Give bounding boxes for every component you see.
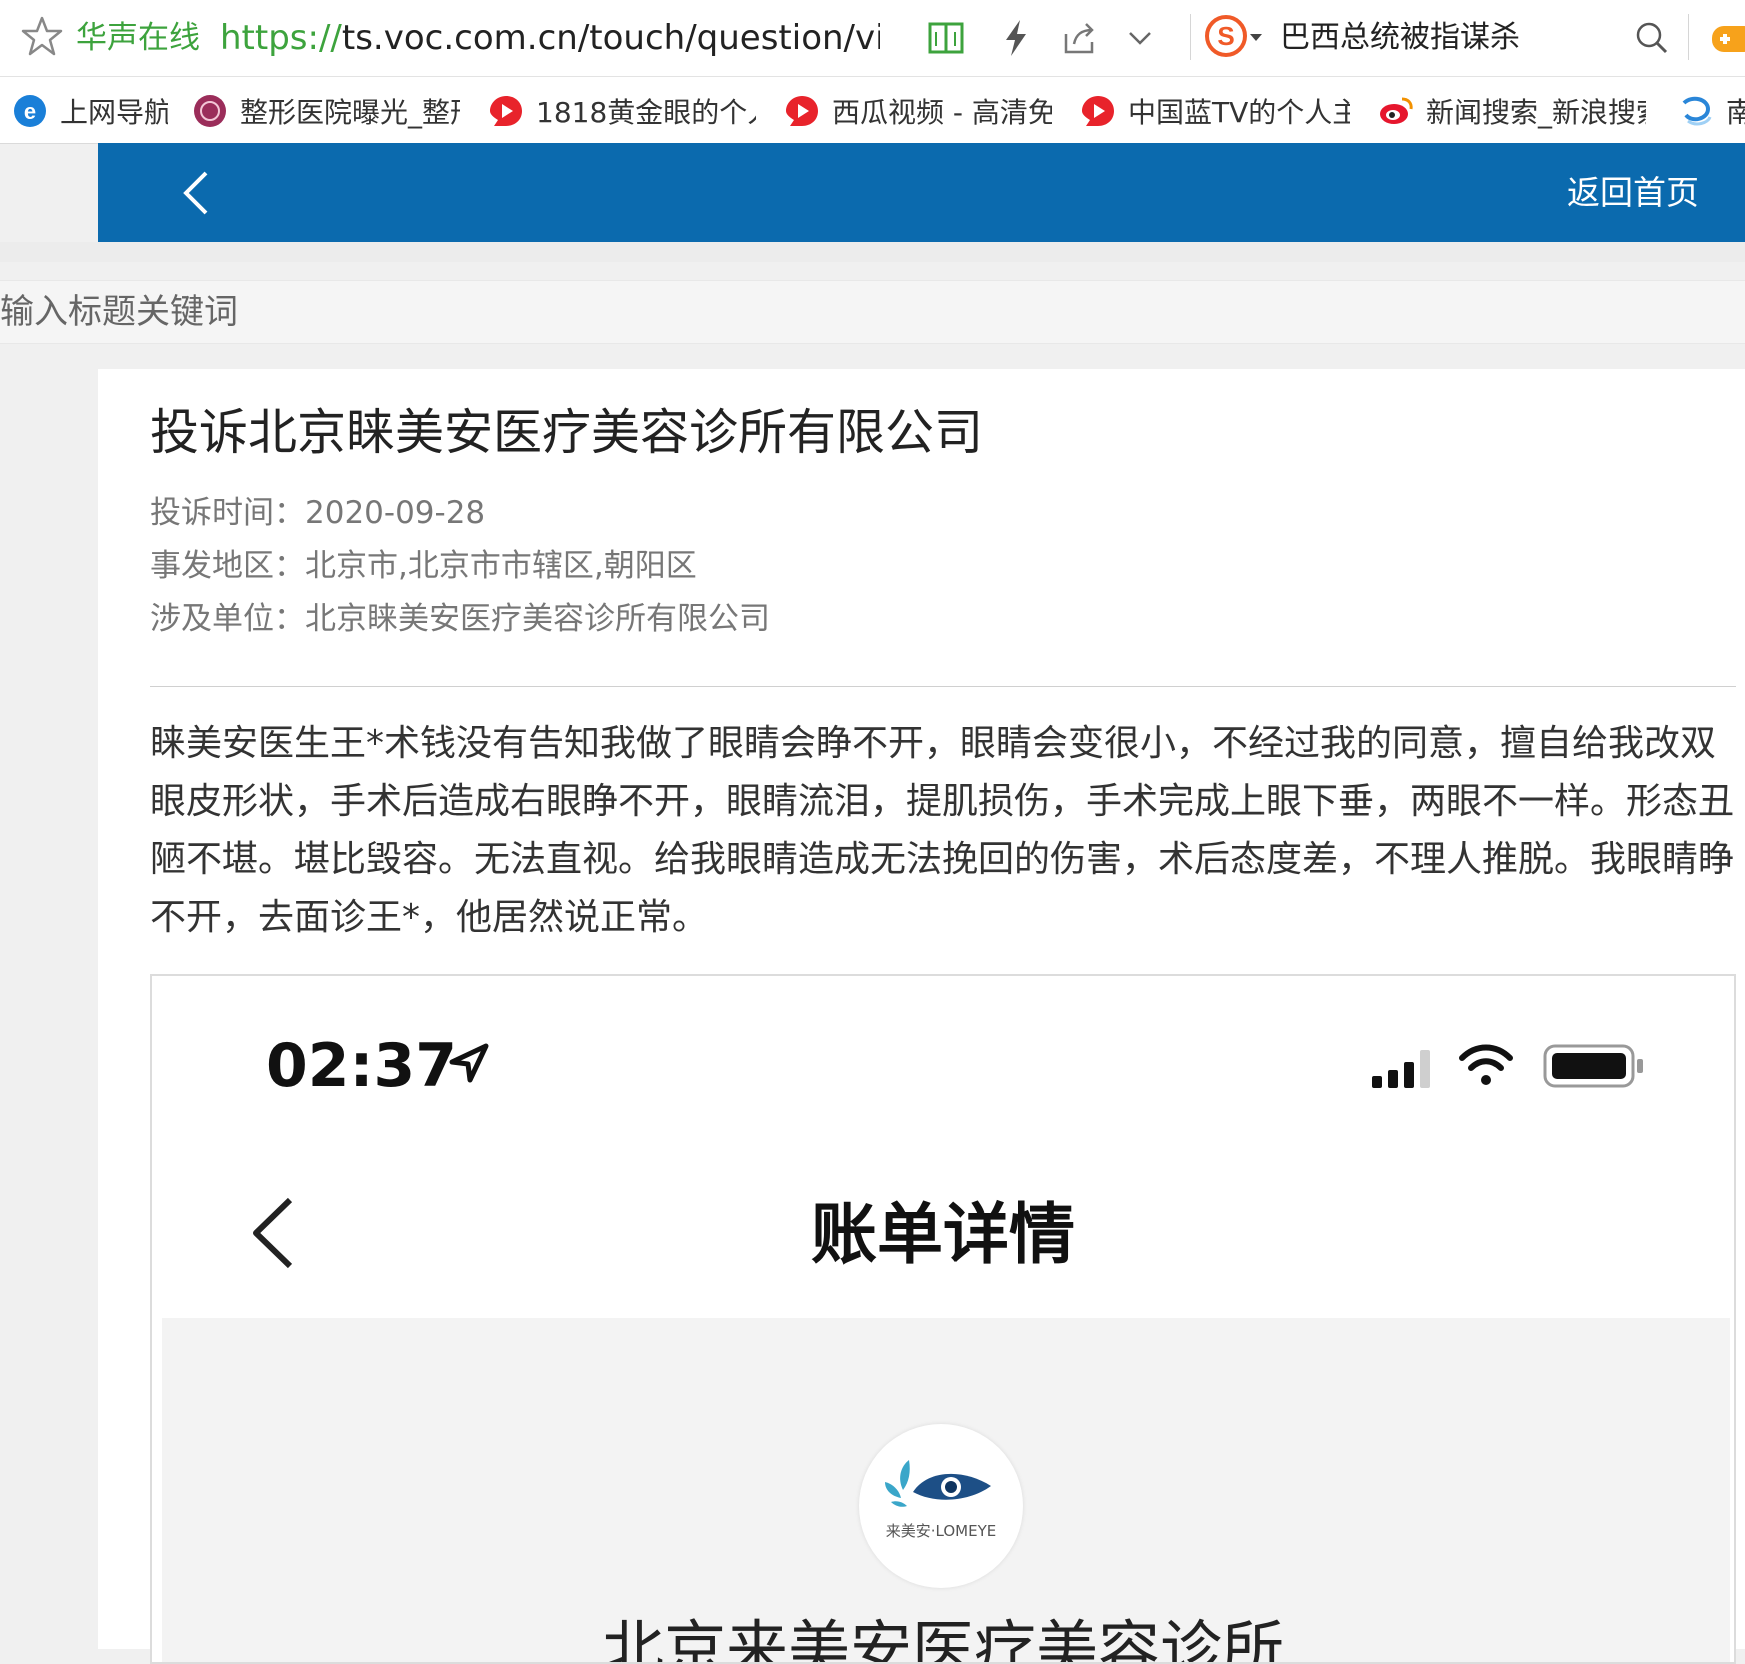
complaint-time: 投诉时间：2020-09-28 bbox=[150, 491, 485, 535]
url-field[interactable]: https://ts.voc.com.cn/touch/question/vie… bbox=[220, 14, 880, 62]
complaint-body: 睐美安医生王*术钱没有告知我做了眼睛会睁不开，眼睛会变很小，不经过我的同意，擅自… bbox=[150, 723, 1735, 938]
bookmark-label: 西瓜视频 - 高清免 bbox=[832, 96, 1052, 129]
meta-label: 投诉时间： bbox=[150, 495, 305, 531]
toolbar-divider bbox=[1190, 14, 1191, 60]
reader-icon[interactable] bbox=[926, 18, 966, 58]
meta-label: 涉及单位： bbox=[150, 601, 305, 637]
video-red-icon bbox=[1082, 96, 1114, 126]
back-icon[interactable] bbox=[178, 169, 212, 217]
header-spacer bbox=[0, 242, 1745, 262]
phone-clock: 02:37 bbox=[266, 1031, 457, 1101]
video-red-icon bbox=[786, 96, 818, 126]
meta-value: 北京睐美安医疗美容诊所有限公司 bbox=[305, 601, 770, 637]
ie-icon: e bbox=[14, 95, 46, 127]
divider bbox=[150, 686, 1736, 687]
location-arrow-icon bbox=[449, 1043, 489, 1083]
home-link[interactable]: 返回首页 bbox=[1567, 171, 1699, 215]
bookmark-item[interactable]: e 上网导航 bbox=[12, 89, 168, 133]
bookmark-label: 上网导航 bbox=[60, 96, 168, 129]
sogou-icon[interactable]: S bbox=[1204, 14, 1248, 58]
page-header: 返回首页 bbox=[98, 143, 1745, 242]
swirl-icon bbox=[1682, 96, 1712, 126]
meta-label: 事发地区： bbox=[150, 548, 305, 584]
url-path: ts.voc.com.cn/touch/question/view/2 bbox=[341, 18, 880, 58]
bookmarks-bar: e 上网导航 整形医院曝光_整形 1818黄金眼的个人 西瓜视频 - 高清免 中… bbox=[0, 77, 1745, 144]
complaint-title: 投诉北京睐美安医疗美容诊所有限公司 bbox=[150, 404, 984, 461]
bookmark-label: 1818黄金眼的个人 bbox=[536, 96, 756, 129]
game-icon[interactable] bbox=[1708, 18, 1745, 58]
browser-address-bar: 华声在线 https://ts.voc.com.cn/touch/questio… bbox=[0, 0, 1745, 77]
complaint-unit: 涉及单位：北京睐美安医疗美容诊所有限公司 bbox=[150, 597, 770, 641]
phone-page-title: 账单详情 bbox=[811, 1196, 1075, 1273]
search-placeholder: 输入标题关键词 bbox=[0, 292, 238, 332]
bookmark-label: 新闻搜索_新浪搜索 bbox=[1426, 96, 1646, 129]
logo-text: 来美安·LOMEYE bbox=[885, 1522, 997, 1540]
chevron-down-icon[interactable] bbox=[1120, 18, 1160, 58]
share-icon[interactable] bbox=[1060, 18, 1100, 58]
bookmark-item[interactable]: 中国蓝TV的个人主 bbox=[1080, 89, 1350, 133]
clinic-icon bbox=[194, 95, 226, 127]
bookmark-item[interactable]: 新闻搜索_新浪搜索 bbox=[1378, 89, 1646, 133]
bookmark-item[interactable]: 西瓜视频 - 高清免 bbox=[784, 89, 1052, 133]
search-engine-dropdown-icon[interactable] bbox=[1250, 34, 1262, 41]
attached-screenshot: 02:37 账单详情 来美安·LOMEYE 北京来美安医疗美容诊所 bbox=[150, 974, 1736, 1664]
wifi-icon bbox=[1459, 1044, 1513, 1085]
bookmark-item[interactable]: 南 bbox=[1678, 89, 1745, 133]
svg-text:e: e bbox=[24, 99, 36, 124]
svg-text:S: S bbox=[1217, 21, 1234, 51]
toolbar-divider bbox=[1688, 14, 1689, 60]
bookmark-item[interactable]: 整形医院曝光_整形 bbox=[192, 89, 460, 133]
battery-icon bbox=[1543, 1044, 1643, 1088]
lightning-icon[interactable] bbox=[996, 18, 1036, 58]
url-protocol: https:// bbox=[220, 18, 342, 58]
meta-value: 2020-09-28 bbox=[305, 495, 486, 531]
site-label: 华声在线 bbox=[76, 20, 200, 56]
video-red-icon bbox=[490, 96, 522, 126]
bookmark-label: 整形医院曝光_整形 bbox=[240, 96, 460, 129]
star-icon[interactable] bbox=[20, 14, 64, 58]
bookmark-item[interactable]: 1818黄金眼的个人 bbox=[488, 89, 756, 133]
merchant-name: 北京来美安医疗美容诊所 bbox=[601, 1613, 1284, 1664]
complaint-area: 事发地区：北京市,北京市市辖区,朝阳区 bbox=[150, 544, 697, 588]
search-icon[interactable] bbox=[1632, 18, 1672, 58]
bookmark-label: 南 bbox=[1726, 96, 1745, 129]
hot-search-text[interactable]: 巴西总统被指谋杀 bbox=[1280, 14, 1520, 62]
signal-icon bbox=[1372, 1050, 1430, 1088]
weibo-icon bbox=[1380, 97, 1413, 124]
complaint-card: 投诉北京睐美安医疗美容诊所有限公司 投诉时间：2020-09-28 事发地区：北… bbox=[98, 369, 1745, 1664]
eye-logo-icon bbox=[885, 1460, 991, 1507]
bookmark-label: 中国蓝TV的个人主 bbox=[1128, 96, 1350, 129]
clinic-logo: 来美安·LOMEYE bbox=[859, 1424, 1023, 1588]
search-input[interactable]: 输入标题关键词 bbox=[0, 280, 1745, 344]
meta-value: 北京市,北京市市辖区,朝阳区 bbox=[305, 548, 697, 584]
